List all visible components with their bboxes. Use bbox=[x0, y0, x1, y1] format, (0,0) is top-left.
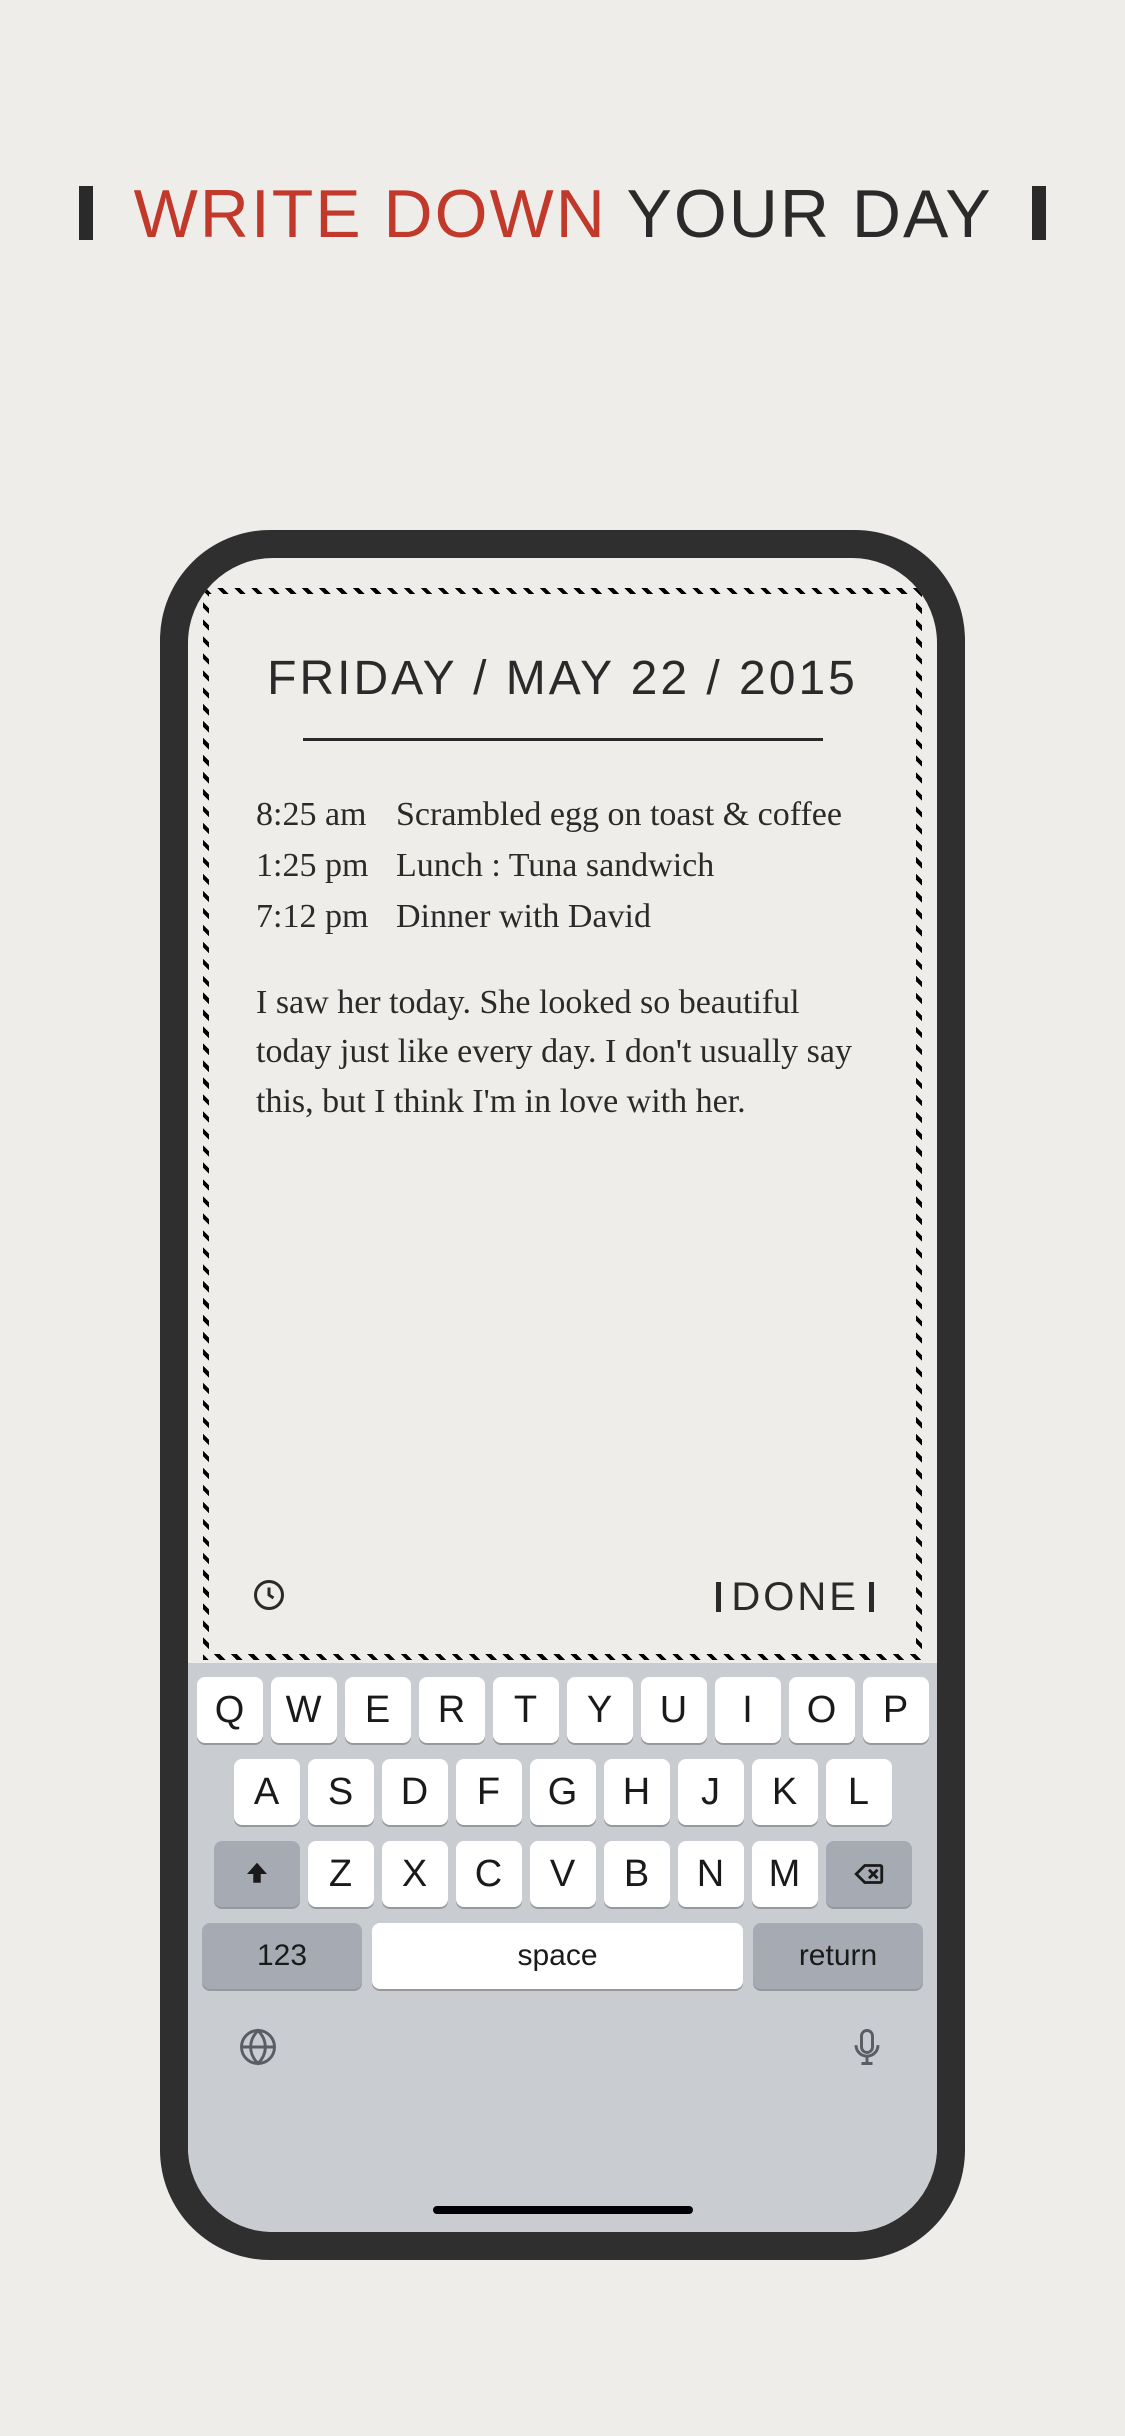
entry-time: 7:12 pm bbox=[256, 891, 396, 942]
phone-frame: FRIDAY / MAY 22 / 2015 8:25 am Scrambled… bbox=[160, 530, 965, 2260]
journal-date: FRIDAY / MAY 22 / 2015 bbox=[256, 651, 869, 706]
key-z[interactable]: Z bbox=[308, 1841, 374, 1907]
microphone-icon[interactable] bbox=[845, 2025, 889, 2074]
key-n[interactable]: N bbox=[678, 1841, 744, 1907]
tagline-bar-right bbox=[1032, 186, 1046, 240]
key-c[interactable]: C bbox=[456, 1841, 522, 1907]
done-bar-left bbox=[716, 1582, 721, 1612]
key-p[interactable]: P bbox=[863, 1677, 929, 1743]
key-space[interactable]: space bbox=[372, 1923, 743, 1989]
key-e[interactable]: E bbox=[345, 1677, 411, 1743]
done-button[interactable]: DONE bbox=[716, 1575, 874, 1620]
key-h[interactable]: H bbox=[604, 1759, 670, 1825]
keyboard-row-3: Z X C V B N M bbox=[196, 1841, 929, 1907]
tagline-highlight: WRITE DOWN bbox=[134, 176, 607, 252]
key-t[interactable]: T bbox=[493, 1677, 559, 1743]
keyboard-footer bbox=[196, 2005, 929, 2074]
key-o[interactable]: O bbox=[789, 1677, 855, 1743]
clock-icon[interactable] bbox=[251, 1577, 287, 1618]
key-y[interactable]: Y bbox=[567, 1677, 633, 1743]
keyboard-row-1: Q W E R T Y U I O P bbox=[196, 1677, 929, 1743]
tagline-rest: YOUR DAY bbox=[627, 176, 992, 252]
key-i[interactable]: I bbox=[715, 1677, 781, 1743]
globe-icon[interactable] bbox=[236, 2025, 280, 2074]
key-d[interactable]: D bbox=[382, 1759, 448, 1825]
key-numbers[interactable]: 123 bbox=[202, 1923, 362, 1989]
entry-text: Lunch : Tuna sandwich bbox=[396, 840, 869, 891]
phone-screen: FRIDAY / MAY 22 / 2015 8:25 am Scrambled… bbox=[188, 558, 937, 2232]
key-k[interactable]: K bbox=[752, 1759, 818, 1825]
done-label: DONE bbox=[731, 1575, 859, 1620]
entry-text: Scrambled egg on toast & coffee bbox=[396, 789, 869, 840]
journal-area: FRIDAY / MAY 22 / 2015 8:25 am Scrambled… bbox=[203, 588, 922, 1660]
journal-entry: 8:25 am Scrambled egg on toast & coffee bbox=[256, 789, 869, 840]
key-b[interactable]: B bbox=[604, 1841, 670, 1907]
key-r[interactable]: R bbox=[419, 1677, 485, 1743]
key-backspace[interactable] bbox=[826, 1841, 912, 1907]
key-x[interactable]: X bbox=[382, 1841, 448, 1907]
entry-text: Dinner with David bbox=[396, 891, 869, 942]
key-u[interactable]: U bbox=[641, 1677, 707, 1743]
key-g[interactable]: G bbox=[530, 1759, 596, 1825]
entry-time: 8:25 am bbox=[256, 789, 396, 840]
key-w[interactable]: W bbox=[271, 1677, 337, 1743]
key-l[interactable]: L bbox=[826, 1759, 892, 1825]
key-f[interactable]: F bbox=[456, 1759, 522, 1825]
done-bar-right bbox=[869, 1582, 874, 1612]
keyboard-row-2: A S D F G H J K L bbox=[196, 1759, 929, 1825]
entry-time: 1:25 pm bbox=[256, 840, 396, 891]
ios-keyboard: Q W E R T Y U I O P A S D F G H J K L bbox=[188, 1663, 937, 2232]
journal-entry: 7:12 pm Dinner with David bbox=[256, 891, 869, 942]
journal-paragraph: I saw her today. She looked so beautiful… bbox=[256, 978, 869, 1126]
journal-content[interactable]: FRIDAY / MAY 22 / 2015 8:25 am Scrambled… bbox=[221, 606, 904, 1642]
key-return[interactable]: return bbox=[753, 1923, 923, 1989]
marketing-tagline: WRITE DOWN YOUR DAY bbox=[0, 175, 1125, 253]
journal-footer: DONE bbox=[251, 1562, 874, 1632]
key-q[interactable]: Q bbox=[197, 1677, 263, 1743]
key-m[interactable]: M bbox=[752, 1841, 818, 1907]
key-a[interactable]: A bbox=[234, 1759, 300, 1825]
key-v[interactable]: V bbox=[530, 1841, 596, 1907]
key-s[interactable]: S bbox=[308, 1759, 374, 1825]
keyboard-row-bottom: 123 space return bbox=[196, 1923, 929, 1989]
home-indicator[interactable] bbox=[433, 2206, 693, 2214]
tagline-bar-left bbox=[79, 186, 93, 240]
key-shift[interactable] bbox=[214, 1841, 300, 1907]
journal-entry: 1:25 pm Lunch : Tuna sandwich bbox=[256, 840, 869, 891]
date-underline bbox=[303, 738, 823, 741]
key-j[interactable]: J bbox=[678, 1759, 744, 1825]
